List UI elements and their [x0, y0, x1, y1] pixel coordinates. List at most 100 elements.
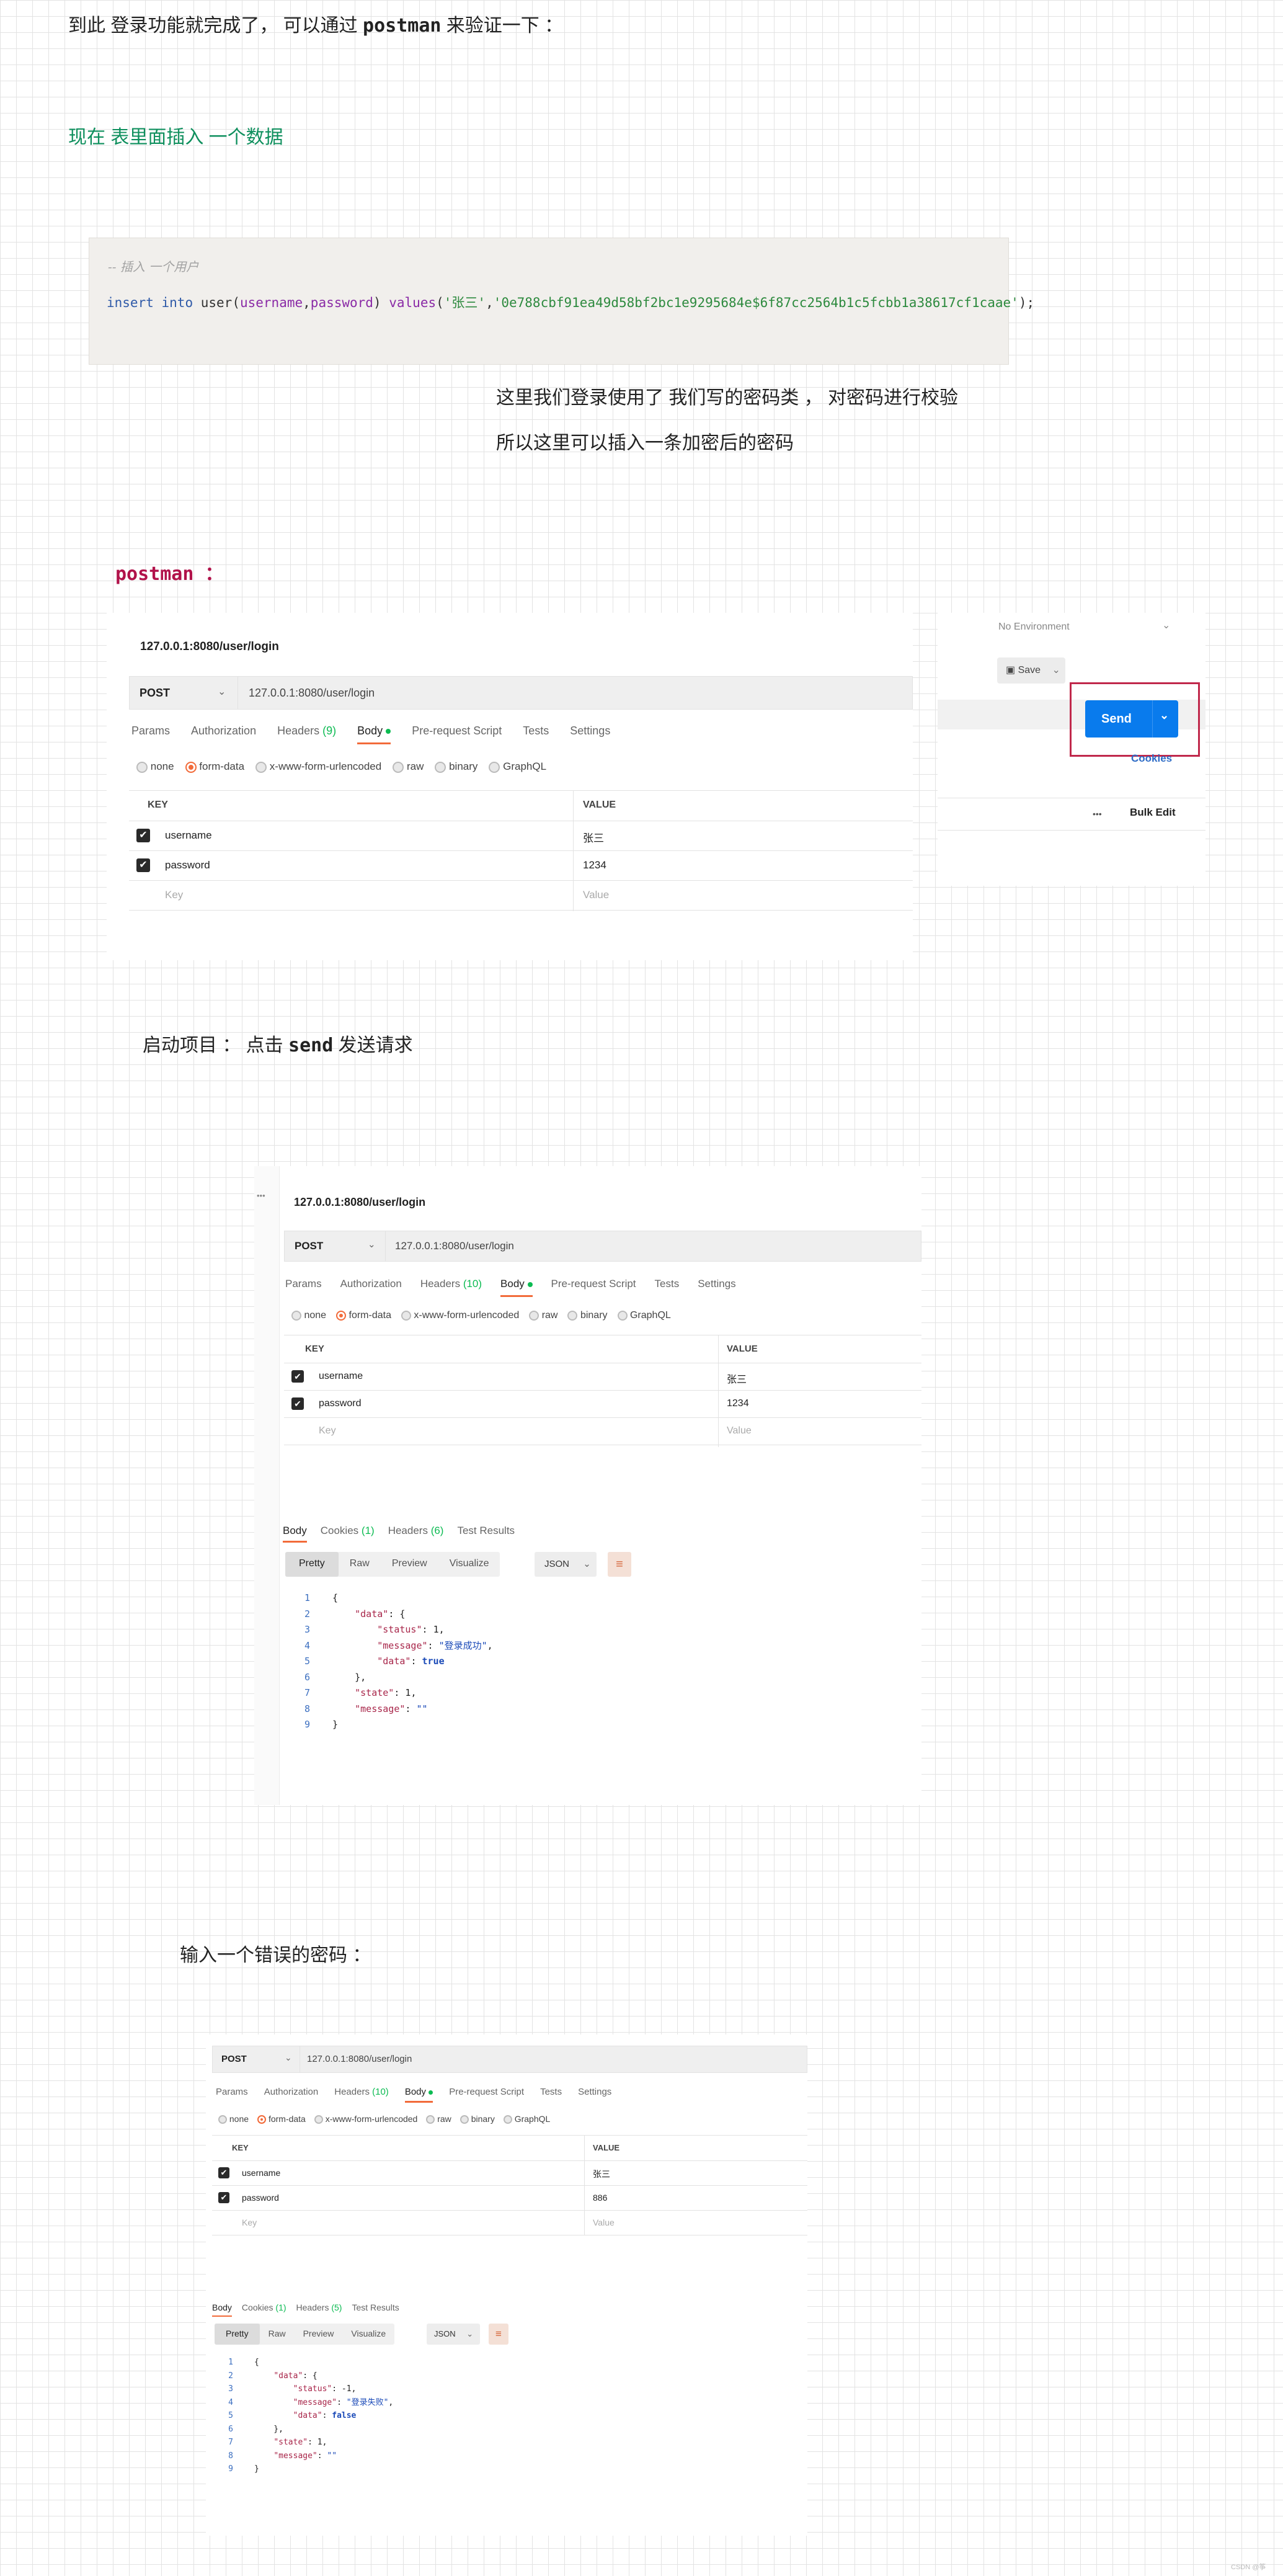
- tab-params[interactable]: Params: [285, 1278, 322, 1297]
- tab-pre-request-script[interactable]: Pre-request Script: [551, 1278, 636, 1297]
- key-placeholder[interactable]: Key: [242, 2217, 257, 2227]
- checkbox-checked-icon[interactable]: ✔: [218, 2167, 229, 2178]
- radio-x-www-form-urlencoded[interactable]: x-www-form-urlencoded: [401, 1310, 519, 1321]
- tab-pre-request-script[interactable]: Pre-request Script: [449, 2087, 524, 2103]
- view-visualize[interactable]: Visualize: [342, 2324, 394, 2345]
- radio-graphql[interactable]: GraphQL: [617, 1310, 671, 1321]
- tab-response-body[interactable]: Body: [212, 2302, 232, 2317]
- radio-raw[interactable]: raw: [529, 1310, 557, 1321]
- row-key[interactable]: username: [319, 1371, 363, 1382]
- tab-response-cookies[interactable]: Cookies (1): [242, 2302, 286, 2317]
- url-input[interactable]: 127.0.0.1:8080/user/login: [395, 1240, 514, 1252]
- chevron-down-icon[interactable]: ⌄: [1162, 619, 1170, 631]
- row-value[interactable]: 张三: [727, 1371, 747, 1386]
- row-key[interactable]: password: [242, 2193, 279, 2203]
- row-key[interactable]: password: [319, 1398, 361, 1409]
- row-key[interactable]: username: [165, 829, 212, 842]
- format-select[interactable]: JSON ⌄: [535, 1552, 597, 1577]
- radio-raw[interactable]: raw: [393, 760, 424, 773]
- radio-graphql[interactable]: GraphQL: [503, 2114, 550, 2124]
- view-preview[interactable]: Preview: [295, 2324, 343, 2345]
- save-button[interactable]: ▣ Save ⌄: [997, 657, 1065, 684]
- tab-headers[interactable]: Headers (10): [420, 1278, 482, 1297]
- checkbox-checked-icon[interactable]: ✔: [291, 1370, 304, 1383]
- tab-params[interactable]: Params: [216, 2087, 248, 2103]
- view-pretty[interactable]: Pretty: [285, 1552, 339, 1577]
- view-raw[interactable]: Raw: [339, 1552, 381, 1577]
- method-select[interactable]: POST: [221, 2054, 247, 2064]
- tab-response-headers[interactable]: Headers (6): [388, 1525, 444, 1543]
- more-options-icon[interactable]: •••: [1093, 809, 1102, 819]
- radio-form-data[interactable]: form-data: [185, 760, 244, 773]
- chevron-down-icon[interactable]: ⌄: [368, 1239, 376, 1250]
- row-value[interactable]: 张三: [593, 2168, 610, 2180]
- row-key[interactable]: password: [165, 859, 210, 871]
- chevron-down-icon[interactable]: ⌄: [285, 2052, 292, 2063]
- method-select[interactable]: POST: [295, 1240, 323, 1252]
- value-placeholder[interactable]: Value: [727, 1425, 752, 1437]
- row-key[interactable]: username: [242, 2168, 280, 2178]
- row-value[interactable]: 1234: [583, 859, 606, 871]
- tab-headers[interactable]: Headers (10): [334, 2087, 389, 2103]
- chevron-down-icon[interactable]: ⌄: [218, 685, 226, 698]
- key-placeholder[interactable]: Key: [165, 889, 183, 901]
- tab-body[interactable]: Body: [404, 2087, 433, 2103]
- format-select[interactable]: JSON ⌄: [427, 2324, 480, 2345]
- value-placeholder[interactable]: Value: [593, 2217, 615, 2227]
- key-placeholder[interactable]: Key: [319, 1425, 336, 1437]
- environment-select[interactable]: No Environment: [998, 622, 1070, 633]
- url-input[interactable]: 127.0.0.1:8080/user/login: [249, 687, 375, 700]
- radio-x-www-form-urlencoded[interactable]: x-www-form-urlencoded: [314, 2114, 417, 2124]
- tab-body[interactable]: Body: [500, 1278, 533, 1297]
- radio-binary[interactable]: binary: [435, 760, 477, 773]
- send-button[interactable]: Send ⌄: [1085, 700, 1178, 738]
- row-value[interactable]: 886: [593, 2193, 607, 2203]
- checkbox-checked-icon[interactable]: ✔: [218, 2192, 229, 2203]
- row-value[interactable]: 张三: [583, 829, 604, 845]
- view-raw[interactable]: Raw: [260, 2324, 295, 2345]
- tab-body[interactable]: Body: [357, 724, 391, 744]
- radio-raw[interactable]: raw: [426, 2114, 451, 2124]
- radio-form-data[interactable]: form-data: [257, 2114, 306, 2124]
- view-visualize[interactable]: Visualize: [438, 1552, 500, 1577]
- radio-binary[interactable]: binary: [459, 2114, 495, 2124]
- radio-x-www-form-urlencoded[interactable]: x-www-form-urlencoded: [255, 760, 381, 773]
- more-options-icon[interactable]: •••: [257, 1191, 265, 1200]
- radio-form-data[interactable]: form-data: [336, 1310, 391, 1321]
- tab-authorization[interactable]: Authorization: [340, 1278, 402, 1297]
- tab-headers[interactable]: Headers (9): [277, 724, 336, 744]
- tab-response-cookies[interactable]: Cookies (1): [321, 1525, 375, 1543]
- checkbox-checked-icon[interactable]: ✔: [291, 1397, 304, 1410]
- url-input[interactable]: 127.0.0.1:8080/user/login: [307, 2054, 412, 2064]
- method-select[interactable]: POST: [140, 687, 170, 700]
- tab-settings[interactable]: Settings: [698, 1278, 735, 1297]
- radio-none[interactable]: none: [136, 760, 174, 773]
- tab-authorization[interactable]: Authorization: [191, 724, 256, 744]
- checkbox-checked-icon[interactable]: ✔: [136, 829, 150, 842]
- tab-settings[interactable]: Settings: [570, 724, 610, 744]
- tab-test-results[interactable]: Test Results: [457, 1525, 515, 1543]
- cookies-link[interactable]: Cookies: [1131, 752, 1172, 765]
- wrap-lines-icon[interactable]: ≡: [489, 2324, 508, 2345]
- tab-response-body[interactable]: Body: [283, 1525, 307, 1543]
- wrap-lines-icon[interactable]: ≡: [608, 1552, 631, 1577]
- view-pretty[interactable]: Pretty: [215, 2324, 260, 2345]
- radio-binary[interactable]: binary: [567, 1310, 608, 1321]
- radio-none[interactable]: none: [291, 1310, 326, 1321]
- tab-pre-request-script[interactable]: Pre-request Script: [412, 724, 502, 744]
- tab-params[interactable]: Params: [131, 724, 170, 744]
- checkbox-checked-icon[interactable]: ✔: [136, 858, 150, 872]
- tab-tests[interactable]: Tests: [540, 2087, 562, 2103]
- tab-settings[interactable]: Settings: [578, 2087, 611, 2103]
- view-preview[interactable]: Preview: [381, 1552, 438, 1577]
- tab-response-headers[interactable]: Headers (5): [296, 2302, 342, 2317]
- radio-none[interactable]: none: [218, 2114, 249, 2124]
- tab-tests[interactable]: Tests: [523, 724, 549, 744]
- value-placeholder[interactable]: Value: [583, 889, 609, 901]
- bulk-edit-button[interactable]: Bulk Edit: [1130, 806, 1176, 819]
- radio-graphql[interactable]: GraphQL: [489, 760, 546, 773]
- row-value[interactable]: 1234: [727, 1398, 749, 1409]
- chevron-down-icon[interactable]: ⌄: [1160, 709, 1169, 722]
- tab-test-results[interactable]: Test Results: [352, 2302, 399, 2317]
- tab-authorization[interactable]: Authorization: [264, 2087, 319, 2103]
